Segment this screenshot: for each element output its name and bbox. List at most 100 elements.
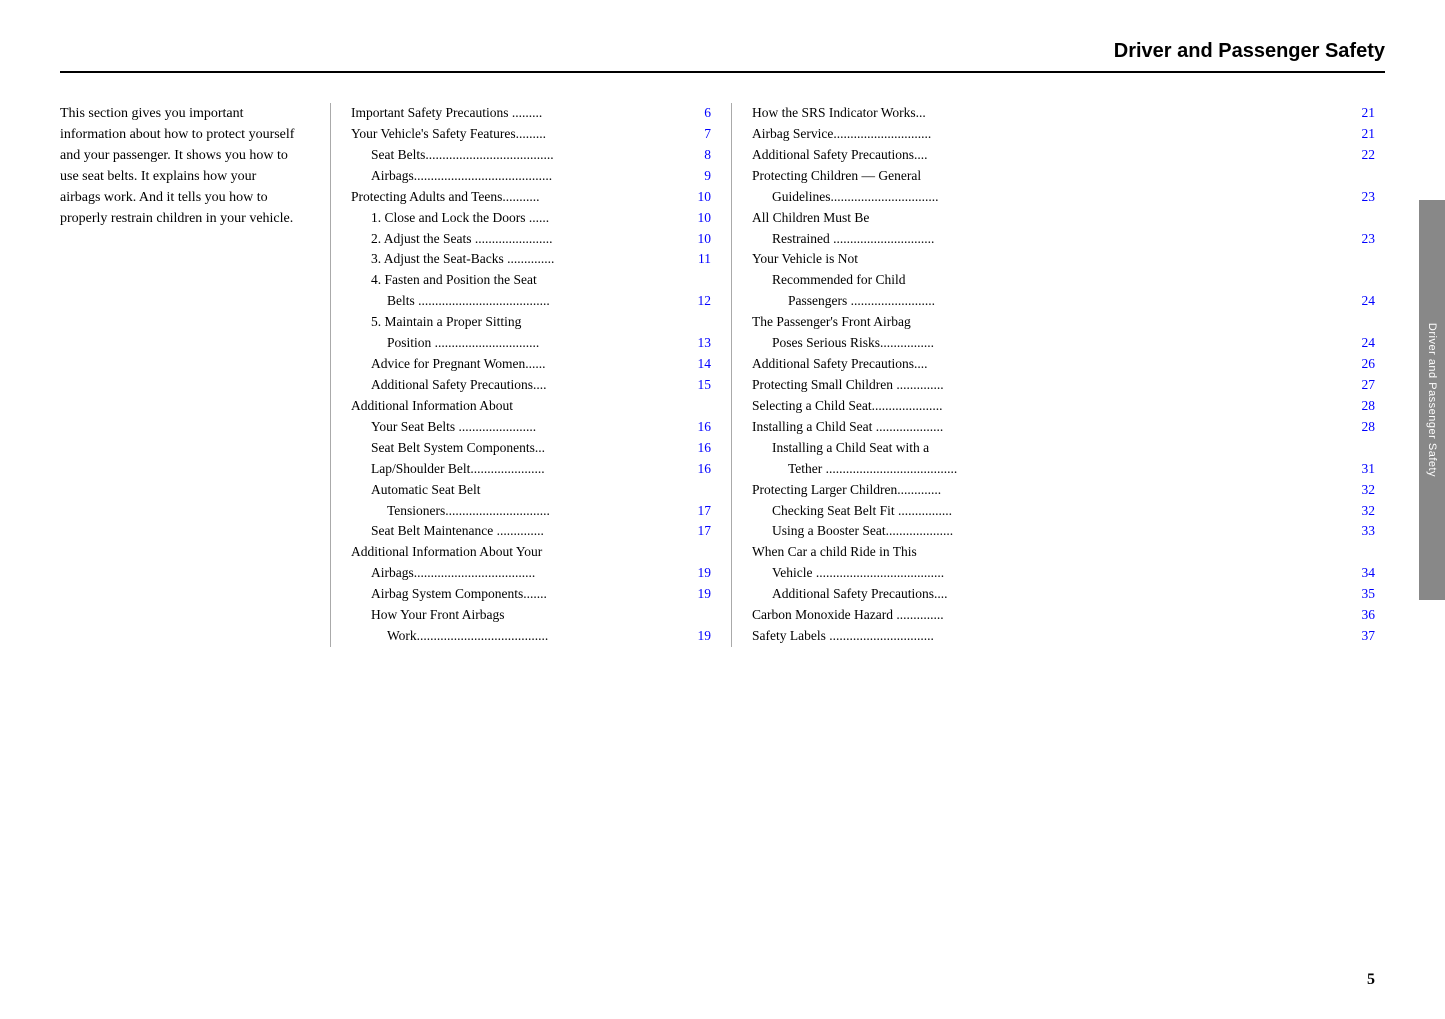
toc-item-text: 1. Close and Lock the Doors ......	[351, 208, 681, 229]
toc-item[interactable]: Tether .................................…	[752, 459, 1375, 480]
toc-item[interactable]: Restrained .............................…	[752, 229, 1375, 250]
toc-item-text: Airbag Service..........................…	[752, 124, 1345, 145]
page-container: Driver and Passenger Safety This section…	[0, 0, 1445, 1019]
toc-item-text: Protecting Small Children ..............	[752, 375, 1345, 396]
toc-item[interactable]: Airbag System Components.......19	[351, 584, 711, 605]
toc-item[interactable]: The Passenger's Front Airbag	[752, 312, 1375, 333]
toc-item[interactable]: Installing a Child Seat with a	[752, 438, 1375, 459]
toc-item-page: 21	[1345, 103, 1375, 124]
toc-item[interactable]: Seat Belt Maintenance ..............17	[351, 521, 711, 542]
toc-item[interactable]: Additional Safety Precautions....15	[351, 375, 711, 396]
toc-item[interactable]: Position ...............................…	[351, 333, 711, 354]
toc-item-text: Belts ..................................…	[351, 291, 681, 312]
toc-item[interactable]: Safety Labels ..........................…	[752, 626, 1375, 647]
toc-item-page	[1345, 208, 1375, 229]
toc-item-page: 32	[1345, 480, 1375, 501]
toc-item[interactable]: Additional Safety Precautions....26	[752, 354, 1375, 375]
toc-item[interactable]: Using a Booster Seat....................…	[752, 521, 1375, 542]
toc-item-page: 35	[1345, 584, 1375, 605]
toc-item[interactable]: Protecting Larger Children.............3…	[752, 480, 1375, 501]
toc-item[interactable]: 2. Adjust the Seats ....................…	[351, 229, 711, 250]
toc-item-page: 36	[1345, 605, 1375, 626]
toc-item-page	[1345, 438, 1375, 459]
toc-item-text: Additional Safety Precautions....	[752, 584, 1345, 605]
toc-item[interactable]: Selecting a Child Seat..................…	[752, 396, 1375, 417]
toc-item-page: 19	[681, 563, 711, 584]
toc-item[interactable]: Tensioners..............................…	[351, 501, 711, 522]
toc-item-page	[681, 605, 711, 626]
toc-item[interactable]: Additional Information About Your	[351, 542, 711, 563]
toc-item[interactable]: Additional Safety Precautions....22	[752, 145, 1375, 166]
toc-item-page: 32	[1345, 501, 1375, 522]
toc-item[interactable]: Additional Information About	[351, 396, 711, 417]
toc-item-text: Vehicle ................................…	[752, 563, 1345, 584]
toc-item-page: 31	[1345, 459, 1375, 480]
toc-item[interactable]: Your Vehicle is Not	[752, 249, 1375, 270]
toc-item-text: Your Vehicle is Not	[752, 249, 1345, 270]
toc-item[interactable]: Airbag Service..........................…	[752, 124, 1375, 145]
toc-item-page: 19	[681, 584, 711, 605]
toc-item[interactable]: Work....................................…	[351, 626, 711, 647]
toc-item-text: Seat Belt Maintenance ..............	[351, 521, 681, 542]
toc-item-text: How the SRS Indicator Works...	[752, 103, 1345, 124]
toc-item[interactable]: 4. Fasten and Position the Seat	[351, 270, 711, 291]
toc-item[interactable]: Lap/Shoulder Belt......................1…	[351, 459, 711, 480]
toc-item-text: Airbags.................................…	[351, 563, 681, 584]
toc-item-text: Checking Seat Belt Fit ................	[752, 501, 1345, 522]
toc-item-page: 16	[681, 459, 711, 480]
toc-item[interactable]: Your Vehicle's Safety Features.........7	[351, 124, 711, 145]
toc-item[interactable]: Protecting Small Children ..............…	[752, 375, 1375, 396]
toc-item[interactable]: Poses Serious Risks................24	[752, 333, 1375, 354]
toc-item[interactable]: Vehicle ................................…	[752, 563, 1375, 584]
toc-item-page: 10	[681, 229, 711, 250]
toc-item[interactable]: Checking Seat Belt Fit ................3…	[752, 501, 1375, 522]
toc-item[interactable]: When Car a child Ride in This	[752, 542, 1375, 563]
toc-item[interactable]: Your Seat Belts .......................1…	[351, 417, 711, 438]
toc-item-page: 7	[681, 124, 711, 145]
toc-item-page: 23	[1345, 187, 1375, 208]
toc-item-page: 13	[681, 333, 711, 354]
toc-item[interactable]: Protecting Children — General	[752, 166, 1375, 187]
toc-item-page: 33	[1345, 521, 1375, 542]
toc-item[interactable]: Installing a Child Seat ................…	[752, 417, 1375, 438]
toc-item-page: 22	[1345, 145, 1375, 166]
toc-item[interactable]: Advice for Pregnant Women......14	[351, 354, 711, 375]
toc-item-text: Tensioners..............................…	[351, 501, 681, 522]
toc-item[interactable]: 1. Close and Lock the Doors ......10	[351, 208, 711, 229]
toc-item-text: Recommended for Child	[752, 270, 1345, 291]
toc-item[interactable]: Protecting Adults and Teens...........10	[351, 187, 711, 208]
toc-item[interactable]: 3. Adjust the Seat-Backs ..............1…	[351, 249, 711, 270]
toc-item-text: Restrained .............................…	[752, 229, 1345, 250]
toc-item[interactable]: Seat Belts..............................…	[351, 145, 711, 166]
toc-item[interactable]: All Children Must Be	[752, 208, 1375, 229]
toc-item-page: 16	[681, 438, 711, 459]
toc-item[interactable]: Airbags.................................…	[351, 563, 711, 584]
toc-item-text: Additional Safety Precautions....	[351, 375, 681, 396]
toc-item[interactable]: Automatic Seat Belt	[351, 480, 711, 501]
toc-item[interactable]: Guidelines..............................…	[752, 187, 1375, 208]
toc-item[interactable]: Carbon Monoxide Hazard ..............36	[752, 605, 1375, 626]
toc-item[interactable]: Seat Belt System Components...16	[351, 438, 711, 459]
toc-item-page: 28	[1345, 396, 1375, 417]
toc-item-text: Poses Serious Risks................	[752, 333, 1345, 354]
toc-item-text: Additional Safety Precautions....	[752, 354, 1345, 375]
toc-item[interactable]: Additional Safety Precautions....35	[752, 584, 1375, 605]
toc-item-page: 8	[681, 145, 711, 166]
toc-item-page	[681, 542, 711, 563]
toc-item[interactable]: Belts ..................................…	[351, 291, 711, 312]
column-divider-2	[731, 103, 732, 647]
toc-item[interactable]: Important Safety Precautions .........6	[351, 103, 711, 124]
toc-item[interactable]: Airbags.................................…	[351, 166, 711, 187]
toc-item[interactable]: 5. Maintain a Proper Sitting	[351, 312, 711, 333]
toc-item-text: Protecting Children — General	[752, 166, 1345, 187]
toc-item[interactable]: Passengers .........................24	[752, 291, 1375, 312]
toc-middle: Important Safety Precautions .........6Y…	[341, 103, 721, 647]
toc-item[interactable]: How the SRS Indicator Works...21	[752, 103, 1375, 124]
toc-item[interactable]: Recommended for Child	[752, 270, 1375, 291]
toc-item-page	[1345, 166, 1375, 187]
toc-item-text: Carbon Monoxide Hazard ..............	[752, 605, 1345, 626]
toc-item-text: 3. Adjust the Seat-Backs ..............	[351, 249, 681, 270]
toc-item[interactable]: How Your Front Airbags	[351, 605, 711, 626]
toc-item-page	[1345, 312, 1375, 333]
toc-item-page	[681, 480, 711, 501]
